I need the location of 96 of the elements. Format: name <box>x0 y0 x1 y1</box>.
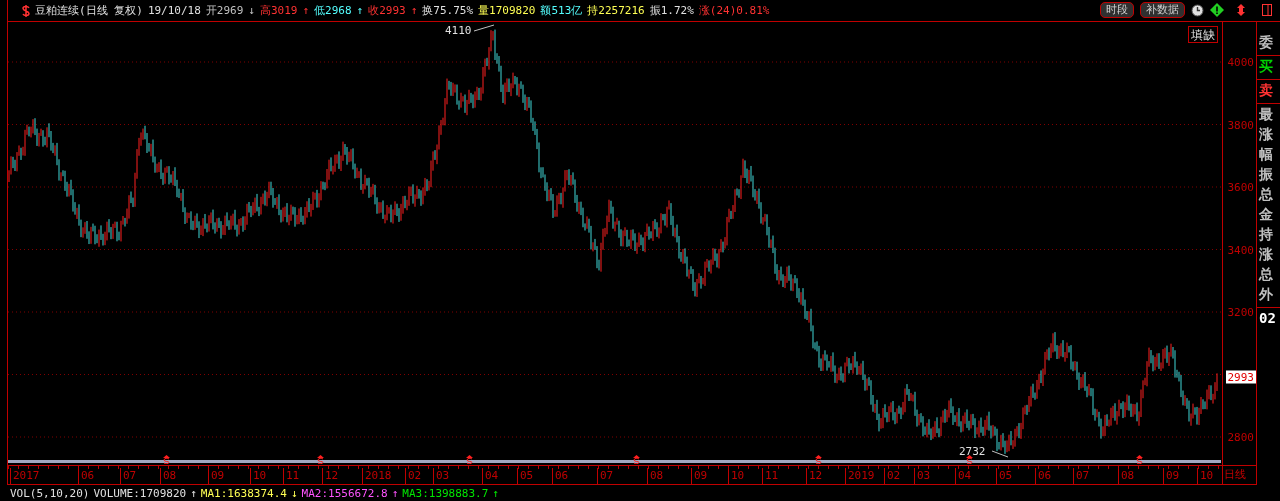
trend-arrow: ↑ <box>356 4 364 17</box>
date-axis-label: 11 <box>283 468 300 484</box>
side-panel-label: 金 <box>1258 205 1274 224</box>
event-marker-icon <box>317 455 324 464</box>
date-axis-label: 06 <box>1035 468 1052 484</box>
date-axis-label: 07 <box>1073 468 1090 484</box>
date-axis-label: 03 <box>914 468 931 484</box>
price-axis-label: 3400 <box>1227 243 1254 256</box>
date-axis-label: 10 <box>1197 468 1214 484</box>
date-axis-label: 12 <box>322 468 339 484</box>
clock-icon[interactable] <box>1191 3 1204 17</box>
trend-arrow: ↑ <box>410 4 418 17</box>
date-axis-label: 10 <box>728 468 745 484</box>
trend-arrow: ↓ <box>290 486 298 500</box>
side-panel-label: 委 <box>1257 32 1280 56</box>
side-panel-label: 振 <box>1258 165 1274 184</box>
trend-arrow: ↑ <box>391 486 399 500</box>
date-axis-label: 10 <box>250 468 267 484</box>
trend-arrow: ↑ <box>302 4 310 17</box>
date-axis-label: 02 <box>405 468 422 484</box>
trend-arrow: ↓ <box>248 4 255 17</box>
quote-value: 涨(24)0.81% <box>698 3 770 18</box>
event-marker-icon <box>163 455 170 464</box>
date-axis-label: 2018 <box>362 468 392 484</box>
diamond-icon[interactable] <box>1210 3 1224 17</box>
volume-value: MA1:1638374.4 <box>200 486 287 500</box>
side-panel-label: 卖 <box>1257 80 1280 104</box>
toolbar-button[interactable]: 补数据 <box>1140 2 1185 18</box>
date-axis-label: 02 <box>884 468 901 484</box>
date-axis-label: 12 <box>806 468 823 484</box>
side-panel-label: 涨 <box>1258 245 1274 264</box>
period-label: 日线 <box>1223 465 1256 485</box>
date-axis-label: 06 <box>552 468 569 484</box>
price-axis-label: 4000 <box>1227 55 1254 69</box>
leader-line <box>992 450 1008 458</box>
quote-value: 开2969 <box>205 3 244 18</box>
date-axis-label: 09 <box>1163 468 1180 484</box>
price-axis-label: 3800 <box>1227 118 1254 131</box>
low-price-label: 2732 <box>959 445 986 458</box>
date-axis-label: 03 <box>433 468 450 484</box>
quote-value: 额513亿 <box>540 3 583 18</box>
side-panel-label: 02 <box>1258 309 1277 328</box>
date-axis-label: 11 <box>762 468 779 484</box>
quote-value: 换75.75% <box>422 3 474 18</box>
price-axis-label: 3600 <box>1227 180 1254 194</box>
date-axis-label: 08 <box>647 468 664 484</box>
price-axis-label: 3200 <box>1227 305 1254 319</box>
date-axis-label: 05 <box>996 468 1013 484</box>
side-panel-label: 最 <box>1258 105 1274 124</box>
quote-value: 收2993 <box>368 3 406 18</box>
high-price-label: 4110 <box>445 24 472 37</box>
volume-value: MA3:1398883.7 <box>402 486 489 500</box>
side-panel-label: 幅 <box>1258 145 1274 164</box>
quote-value: 振1.72% <box>649 3 694 18</box>
side-panel-label: 外 <box>1257 284 1280 308</box>
toolbar-button[interactable]: 时段 <box>1100 2 1134 18</box>
quote-value: 低2968 <box>314 3 352 18</box>
date-axis-label: 04 <box>482 468 499 484</box>
side-panel-label: 买 <box>1257 56 1280 80</box>
last-price-flag: 2993 <box>1225 370 1256 384</box>
event-marker-icon <box>966 455 973 464</box>
date-axis-label: 05 <box>517 468 534 484</box>
fill-gap-button[interactable]: 填缺 <box>1188 26 1218 43</box>
quote-value: 高3019 <box>260 3 298 18</box>
trend-arrow: ↑ <box>190 486 197 500</box>
side-panel-label: 持 <box>1258 225 1274 244</box>
side-panel-label: 总 <box>1257 185 1274 204</box>
date-axis-label: 09 <box>691 468 708 484</box>
event-marker-icon <box>466 455 473 464</box>
date-axis-label: 04 <box>955 468 972 484</box>
quote-date: 19/10/18 <box>147 4 201 17</box>
date-axis-label: 07 <box>597 468 614 484</box>
volume-value: VOLUME:1709820 <box>93 486 187 500</box>
date-axis-label: 08 <box>160 468 177 484</box>
panel-toggle-icon[interactable] <box>1262 4 1272 16</box>
event-marker-icon <box>815 455 822 464</box>
side-panel-label: 涨 <box>1258 125 1274 144</box>
price-axis-label: 2800 <box>1227 430 1254 444</box>
date-axis-label: 2017 <box>10 468 40 484</box>
side-panel-label: 总 <box>1257 265 1274 284</box>
quote-value: 量1709820 <box>478 3 536 18</box>
event-marker-icon <box>1136 455 1143 464</box>
leader-line <box>474 24 494 32</box>
date-axis-label: 07 <box>120 468 137 484</box>
volume-value: MA2:1556672.8 <box>301 486 388 500</box>
date-axis-label: 09 <box>208 468 225 484</box>
chart-title: 豆粕连续(日线 复权) <box>35 3 143 18</box>
date-axis-label: 06 <box>78 468 95 484</box>
volume-title: VOL(5,10,20) <box>10 486 90 500</box>
date-axis-label: 08 <box>1118 468 1135 484</box>
event-marker-icon <box>633 455 640 464</box>
dollar-icon <box>22 4 30 17</box>
date-axis-label: 2019 <box>845 468 875 484</box>
trend-arrow: ↑ <box>492 486 499 500</box>
quote-value: 持2257216 <box>587 3 645 18</box>
scroll-arrows-icon[interactable] <box>1236 4 1246 16</box>
